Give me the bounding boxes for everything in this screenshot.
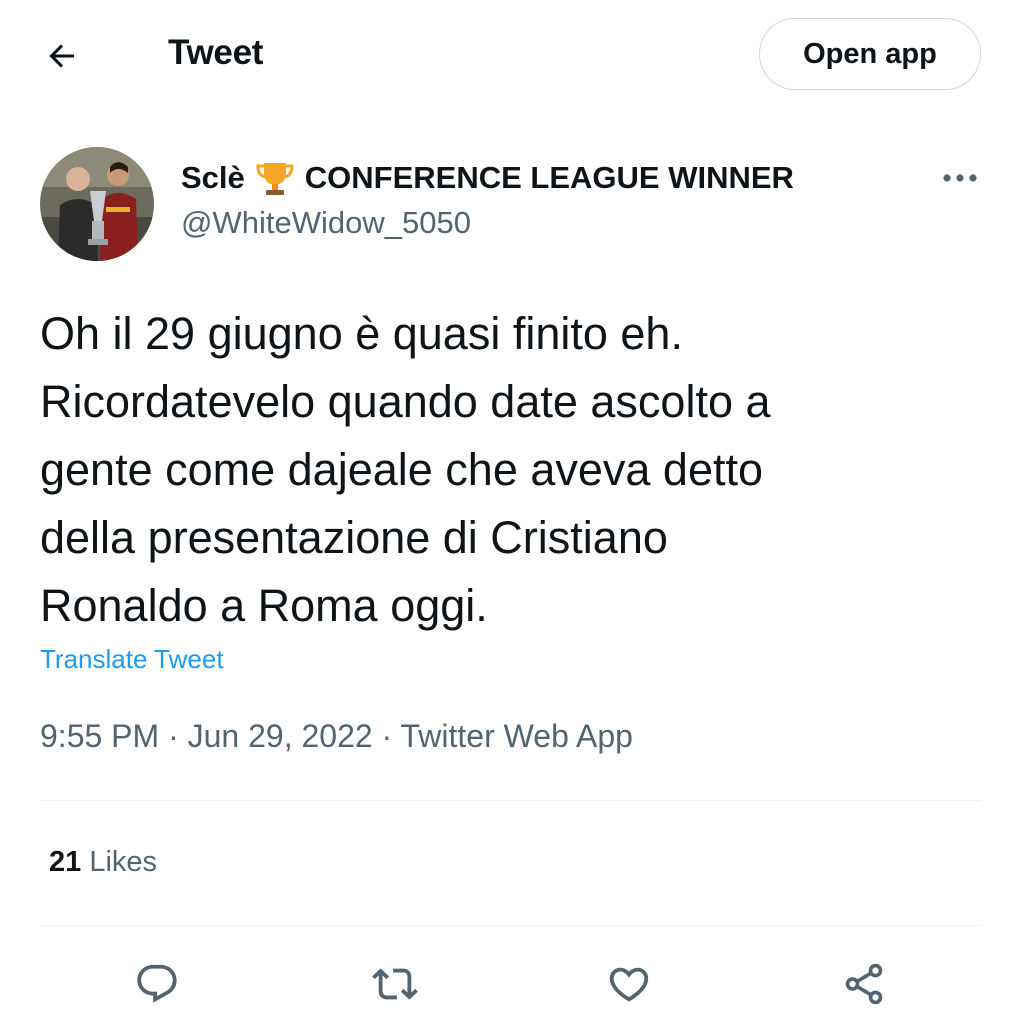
- divider: [40, 800, 981, 801]
- avatar[interactable]: [40, 147, 154, 261]
- more-horizontal-icon: [943, 174, 977, 182]
- reply-button[interactable]: [129, 956, 185, 1012]
- like-icon: [609, 967, 649, 1002]
- more-button[interactable]: [936, 160, 984, 196]
- open-app-button[interactable]: Open app: [759, 18, 981, 90]
- tweet-time[interactable]: 9:55 PM: [40, 718, 159, 754]
- reply-icon: [137, 964, 177, 1003]
- share-button[interactable]: [836, 956, 892, 1012]
- meta-separator: ·: [372, 718, 401, 754]
- like-button[interactable]: [601, 956, 657, 1012]
- arrow-left-icon: [49, 44, 74, 68]
- tweet-text: Oh il 29 giugno è quasi finito eh. Ricor…: [40, 308, 771, 631]
- likes-count[interactable]: 21 Likes: [49, 846, 157, 879]
- retweet-icon: [372, 968, 418, 1000]
- share-icon: [845, 963, 883, 1005]
- translate-tweet-link[interactable]: Translate Tweet: [40, 644, 224, 675]
- author-name-text: Sclè: [181, 160, 245, 195]
- likes-number: 21: [49, 846, 82, 878]
- tweet-source[interactable]: Twitter Web App: [401, 718, 633, 754]
- author-handle[interactable]: @WhiteWidow_5050: [181, 205, 471, 241]
- divider: [40, 925, 981, 926]
- tweet-metadata: 9:55 PM · Jun 29, 2022 · Twitter Web App: [40, 718, 633, 755]
- trophy-icon: [255, 158, 295, 198]
- back-button[interactable]: [40, 34, 84, 78]
- meta-separator: ·: [159, 718, 188, 754]
- avatar-image: [40, 147, 154, 261]
- likes-label: Likes: [89, 846, 158, 878]
- page-title: Tweet: [168, 33, 264, 72]
- retweet-button[interactable]: [367, 956, 423, 1012]
- author-name-suffix: CONFERENCE LEAGUE WINNER: [304, 160, 794, 195]
- top-bar: Tweet Open app: [0, 0, 1019, 110]
- tweet-date[interactable]: Jun 29, 2022: [188, 718, 373, 754]
- author-display-name[interactable]: Sclè CONFERENCE LEAGUE WINNER: [181, 158, 794, 198]
